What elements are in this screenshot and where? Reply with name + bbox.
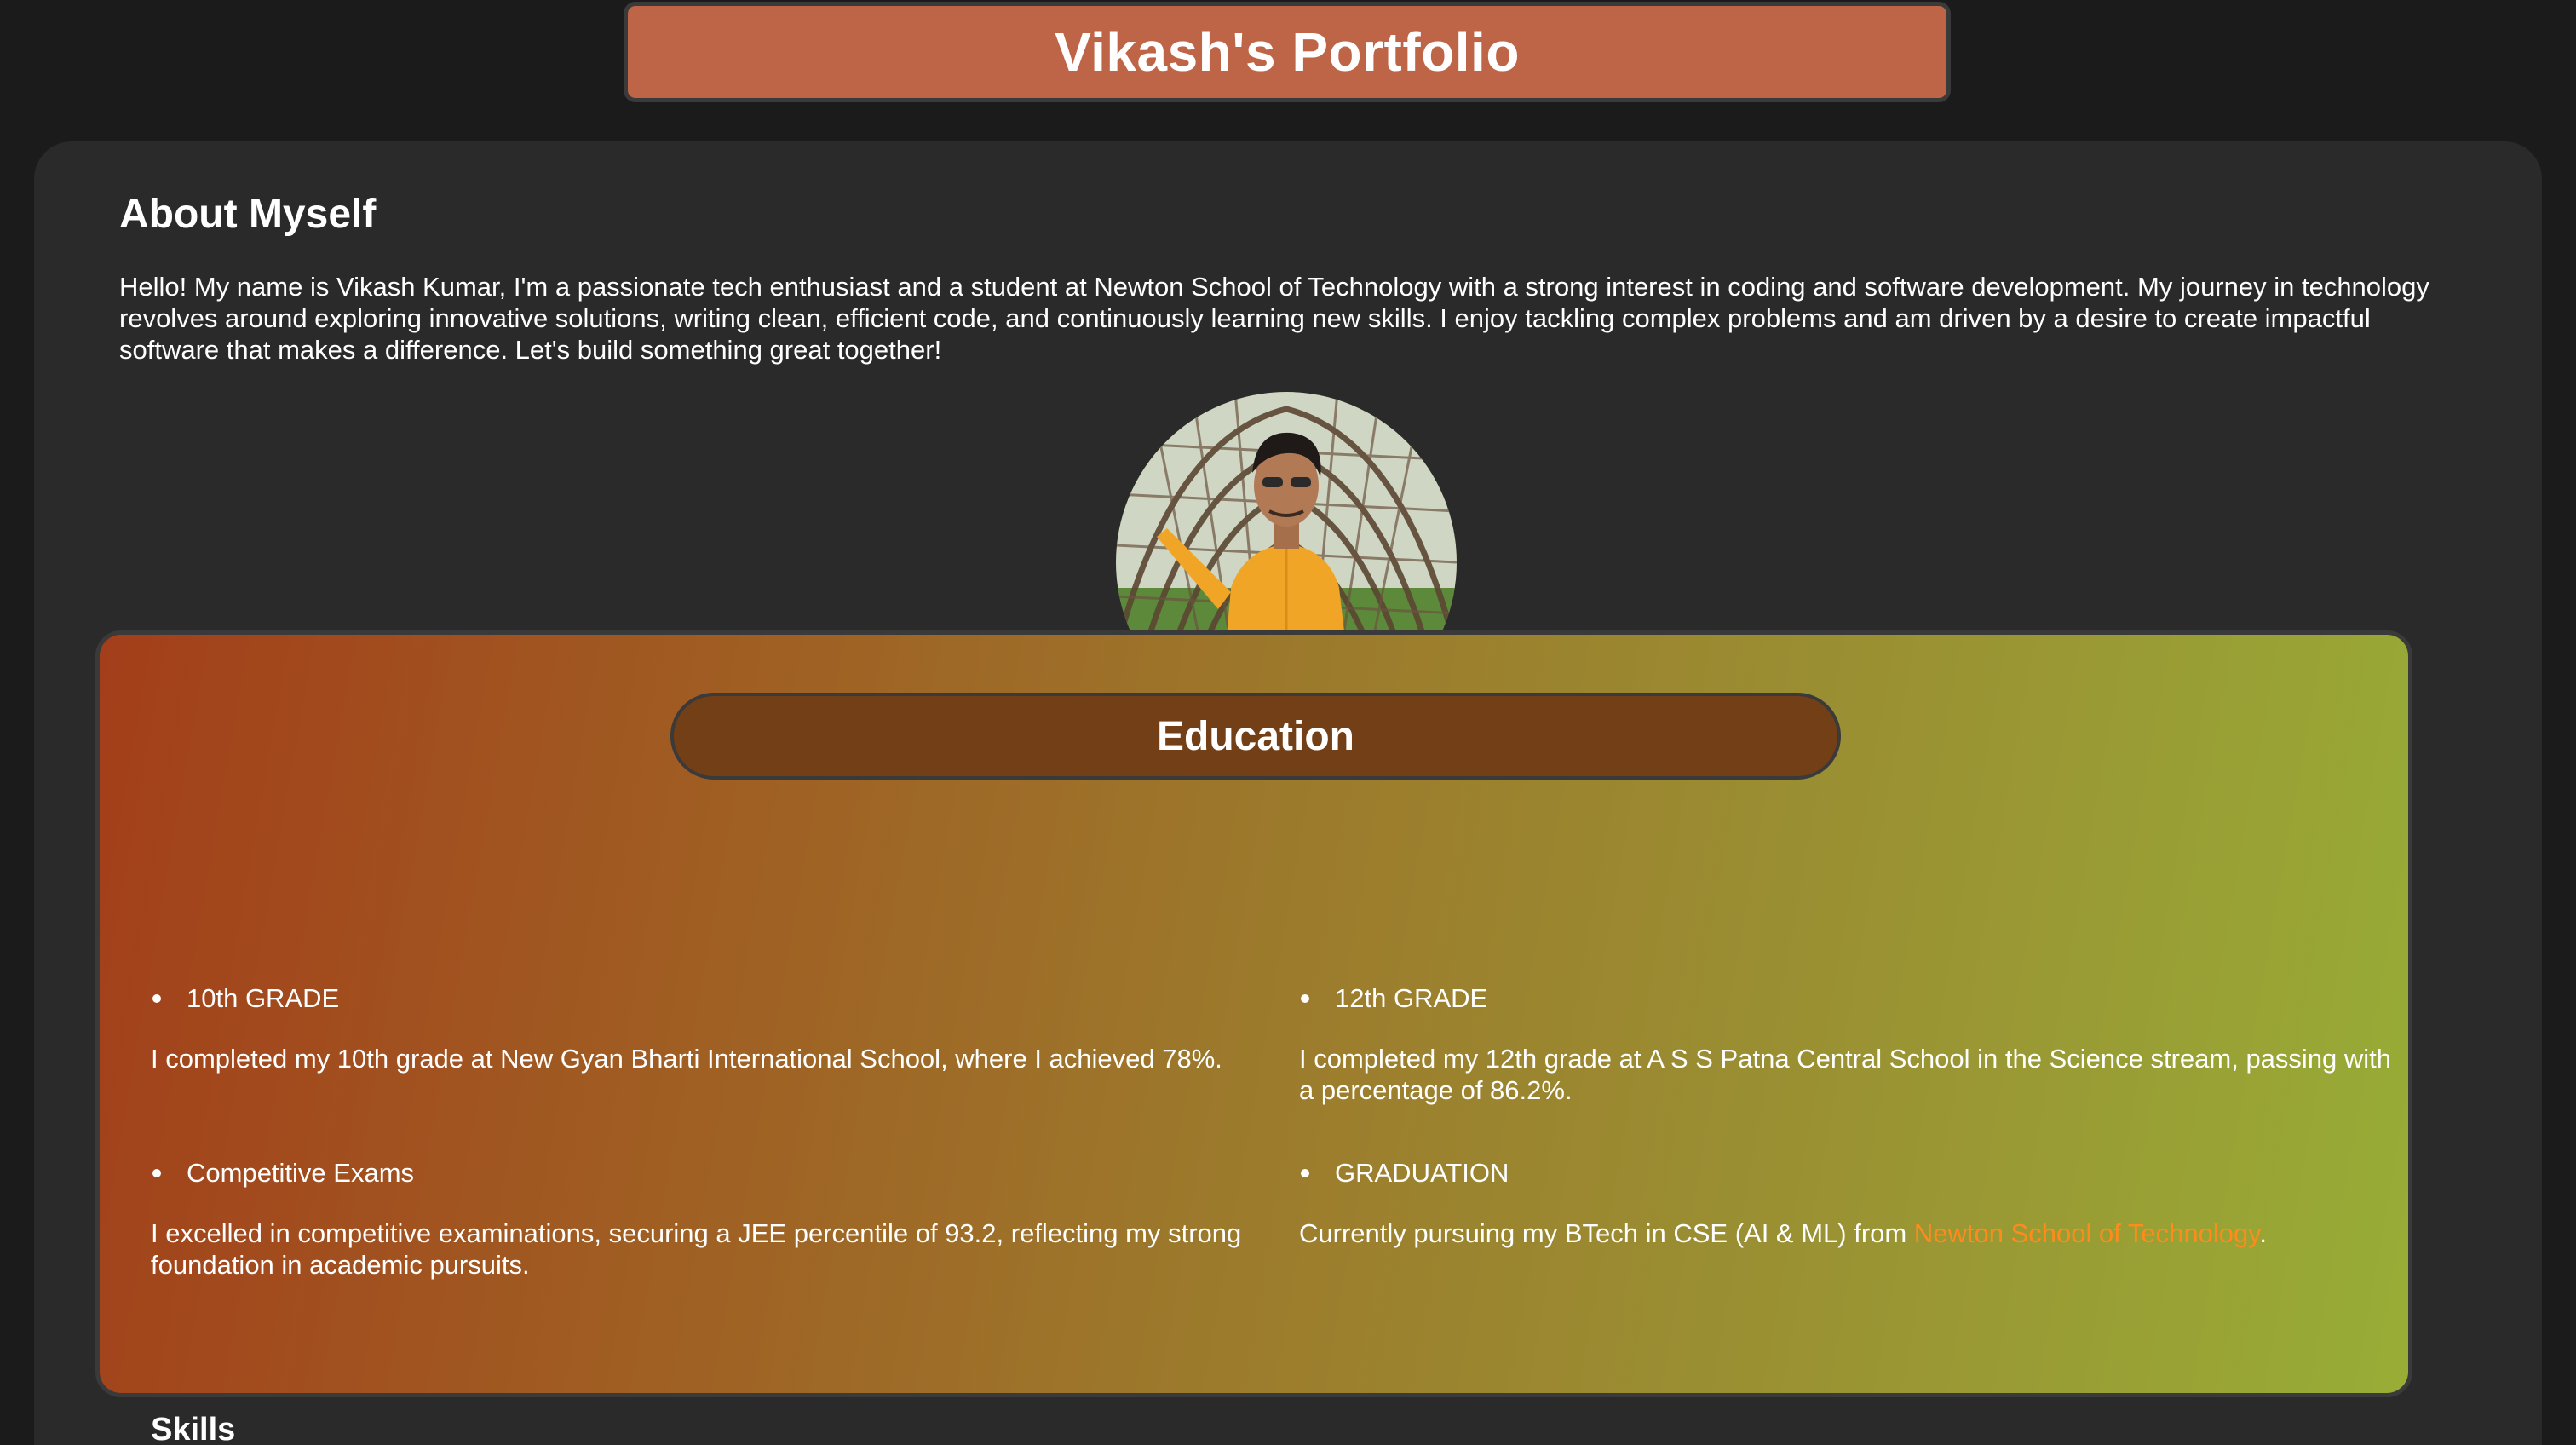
education-item-12th: 12th GRADE I completed my 12th grade at … [1299,982,2406,1106]
page-title: Vikash's Portfolio [1055,21,1520,83]
about-text: Hello! My name is Vikash Kumar, I'm a pa… [119,272,2429,365]
graduation-text-after: . [2259,1218,2268,1248]
education-card: Education 10th GRADE I completed my 10th… [95,630,2412,1445]
bullet-icon [1301,1168,1309,1177]
education-item-text: I completed my 12th grade at A S S Patna… [1299,1044,2392,1105]
education-item-graduation: GRADUATION Currently pursuing my BTech i… [1299,1157,2406,1249]
bullet-icon [152,993,161,1003]
about-heading: About Myself [119,192,377,237]
header-bar: Vikash's Portfolio [624,2,1951,102]
education-item-text: I excelled in competitive examinations, … [151,1218,1242,1280]
education-item-title: GRADUATION [1335,1158,1509,1188]
education-item-title: 10th GRADE [187,983,340,1013]
education-heading: Education [1156,713,1354,759]
education-item-title-row: 10th GRADE [151,982,1258,1014]
bullet-icon [152,1168,161,1177]
education-item-title-row: 12th GRADE [1299,982,2406,1014]
education-item-10th: 10th GRADE I completed my 10th grade at … [151,982,1258,1074]
education-item-text: Currently pursuing my BTech in CSE (AI &… [1299,1218,2406,1249]
newton-school-link[interactable]: Newton School of Technology [1914,1218,2260,1248]
portfolio-page: Vikash's Portfolio About Myself Hello! M… [0,0,2576,1445]
education-item-competitive: Competitive Exams I excelled in competit… [151,1157,1258,1281]
education-item-title-row: GRADUATION [1299,1157,2406,1189]
education-item-title-row: Competitive Exams [151,1157,1258,1189]
skills-heading: Skills [151,1412,236,1445]
graduation-text-before: Currently pursuing my BTech in CSE (AI &… [1299,1218,1914,1248]
education-item-title: 12th GRADE [1335,983,1488,1013]
education-item-title: Competitive Exams [187,1158,415,1188]
education-heading-pill: Education [670,693,1841,780]
bullet-icon [1301,993,1309,1003]
education-item-text: I completed my 10th grade at New Gyan Bh… [151,1044,1222,1074]
